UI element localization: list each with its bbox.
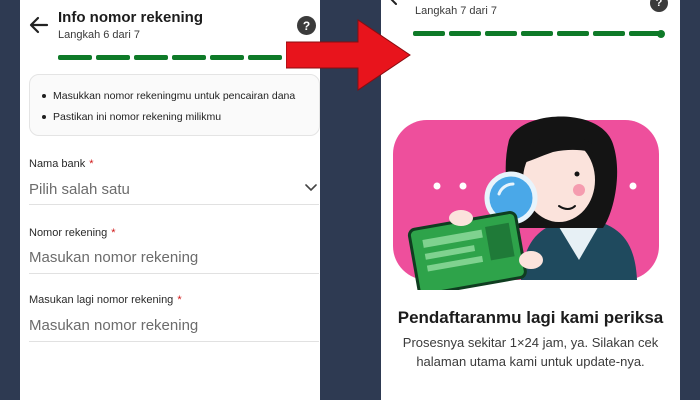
- page-title: Info nomor rekening: [58, 9, 204, 26]
- review-illustration: [393, 116, 659, 290]
- required-mark: *: [111, 227, 116, 239]
- progress-segment: [485, 31, 517, 36]
- progress-segment: [413, 31, 445, 36]
- progress-segment: [521, 31, 553, 36]
- progress-segment: [172, 55, 206, 60]
- progress-segment: [593, 31, 625, 36]
- info-item: Pastikan ini nomor rekening milikmu: [42, 111, 221, 123]
- field-divider: [29, 341, 319, 342]
- status-description: Prosesnya sekitar 1×24 jam, ya. Silakan …: [402, 335, 659, 369]
- status-title: Pendaftaranmu lagi kami periksa: [397, 308, 664, 327]
- account-number-input[interactable]: Masukan nomor rekening: [29, 249, 198, 266]
- step-indicator: Langkah 7 dari 7: [415, 5, 497, 17]
- required-mark: *: [89, 158, 94, 170]
- progress-segment: [248, 55, 282, 60]
- back-arrow-icon[interactable]: [28, 14, 50, 36]
- back-arrow-icon[interactable]: [387, 0, 407, 10]
- progress-bar: [413, 31, 661, 36]
- progress-segment: [210, 55, 244, 60]
- chevron-down-icon[interactable]: [305, 184, 317, 192]
- confirm-account-number-label: Masukan lagi nomor rekening *: [29, 294, 182, 306]
- field-divider: [29, 273, 319, 274]
- progress-segment: [96, 55, 130, 60]
- info-text: Pastikan ini nomor rekening milikmu: [53, 111, 222, 123]
- progress-segment: [449, 31, 481, 36]
- required-mark: *: [177, 294, 182, 306]
- bank-name-label: Nama bank *: [29, 158, 94, 170]
- confirm-account-number-input[interactable]: Masukan nomor rekening: [29, 317, 198, 334]
- right-phone-screen: Langkah 7 dari 7 ? Pendaftaranmu lagi ka…: [381, 0, 680, 400]
- red-arrow-icon: [286, 19, 411, 91]
- progress-end-dot: [657, 30, 665, 38]
- confirm-account-number-label-text: Masukan lagi nomor rekening: [29, 294, 174, 306]
- progress-bar: [58, 55, 320, 60]
- info-text: Masukkan nomor rekeningmu untuk pencaira…: [53, 90, 296, 102]
- bullet-icon: [42, 115, 46, 119]
- field-divider: [29, 204, 319, 205]
- step-indicator: Langkah 6 dari 7: [58, 29, 140, 41]
- progress-segment: [134, 55, 168, 60]
- account-number-label: Nomor rekening *: [29, 227, 116, 239]
- bank-name-label-text: Nama bank: [29, 158, 86, 170]
- bank-select[interactable]: Pilih salah satu: [29, 181, 130, 198]
- left-phone-screen: Info nomor rekening Langkah 6 dari 7 ? M…: [20, 0, 320, 400]
- progress-segment: [557, 31, 589, 36]
- help-icon[interactable]: ?: [650, 0, 668, 12]
- account-number-label-text: Nomor rekening: [29, 227, 108, 239]
- bullet-icon: [42, 94, 46, 98]
- progress-segment: [58, 55, 92, 60]
- header: Info nomor rekening Langkah 6 dari 7 ?: [20, 0, 320, 70]
- info-box: Masukkan nomor rekeningmu untuk pencaira…: [29, 74, 320, 136]
- info-item: Masukkan nomor rekeningmu untuk pencaira…: [42, 90, 295, 102]
